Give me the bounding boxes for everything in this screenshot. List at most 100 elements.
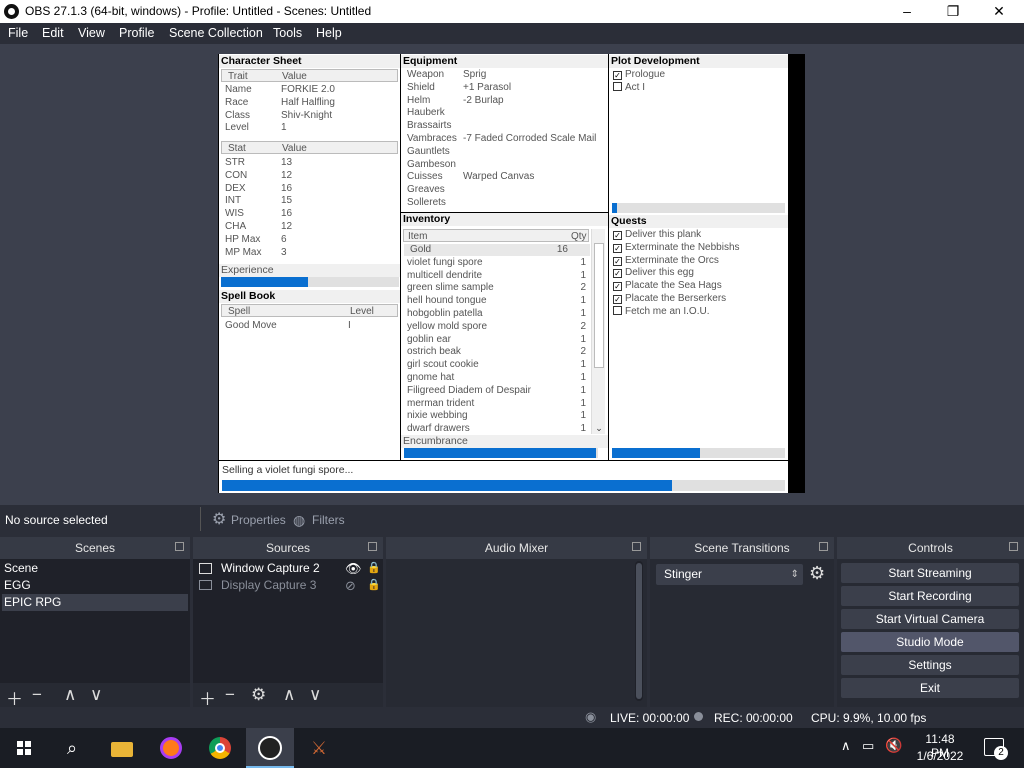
menu-tools[interactable]: Tools bbox=[273, 26, 302, 40]
inventory-row: merman trident 1 bbox=[407, 397, 586, 409]
filters-button[interactable]: ◍ Filters bbox=[289, 508, 351, 530]
checkbox-checked-icon[interactable]: ✓ bbox=[613, 282, 622, 292]
properties-button[interactable]: ⚙ Properties bbox=[208, 508, 288, 530]
start-streaming-button[interactable]: Start Streaming bbox=[841, 563, 1019, 583]
menu-scene-collection[interactable]: Scene Collection bbox=[169, 26, 263, 40]
menu-file[interactable]: File bbox=[8, 26, 28, 40]
clock-date[interactable]: 1/6/2022 bbox=[915, 749, 965, 763]
filters-icon: ◍ bbox=[293, 512, 306, 528]
search-icon[interactable]: ⌕ bbox=[58, 734, 86, 762]
obs-logo-icon bbox=[4, 4, 19, 19]
cpu-status: CPU: 9.9%, 10.00 fps bbox=[811, 711, 927, 725]
settings-button[interactable]: Settings bbox=[841, 655, 1019, 675]
equipment-row: Cuisses Warped Canvas bbox=[407, 171, 535, 183]
checkbox-checked-icon[interactable]: ✓ bbox=[613, 256, 622, 266]
experience-label: Experience bbox=[219, 264, 400, 277]
scroll-down-icon[interactable]: ⌄ bbox=[593, 423, 605, 434]
equipment-panel: Equipment Weapon Sprig Shield +1 Parasol Hel… bbox=[401, 54, 608, 212]
checkbox-checked-icon[interactable]: ✓ bbox=[613, 231, 622, 240]
plot-item[interactable]: Act I bbox=[613, 81, 645, 94]
quest-item[interactable]: ✓ Placate the Berserkers bbox=[613, 293, 726, 305]
transition-select[interactable]: Stinger ⇕ bbox=[656, 564, 803, 585]
move-down-icon[interactable]: ∨ bbox=[309, 685, 321, 705]
character-sheet-title: Character Sheet bbox=[219, 55, 400, 68]
scene-item[interactable]: Scene bbox=[2, 560, 188, 577]
remove-icon[interactable]: − bbox=[225, 685, 235, 705]
gear-icon[interactable]: ⚙ bbox=[809, 563, 825, 584]
undock-icon[interactable] bbox=[1009, 542, 1018, 551]
captured-game-window[interactable]: Character Sheet Trait Value Name FORKIE 2… bbox=[218, 54, 805, 493]
file-explorer-icon[interactable] bbox=[107, 734, 135, 762]
gear-icon[interactable]: ⚙ bbox=[251, 685, 266, 705]
start-virtual-camera-button[interactable]: Start Virtual Camera bbox=[841, 609, 1019, 629]
stat-row: CHA 12 bbox=[225, 221, 293, 232]
audio-mixer-scrollbar[interactable] bbox=[635, 561, 643, 701]
move-up-icon[interactable]: ∧ bbox=[64, 685, 76, 705]
lock-icon[interactable]: 🔒 bbox=[367, 577, 381, 594]
move-up-icon[interactable]: ∧ bbox=[283, 685, 295, 705]
inventory-row: girl scout cookie 1 bbox=[407, 359, 586, 371]
start-recording-button[interactable]: Start Recording bbox=[841, 586, 1019, 606]
scenes-list[interactable]: Scene EGG EPIC RPG bbox=[0, 559, 190, 684]
checkbox-checked-icon[interactable]: ✓ bbox=[613, 243, 622, 253]
inventory-row: ostrich beak 2 bbox=[407, 346, 586, 358]
eye-icon[interactable]: 👁 bbox=[345, 560, 362, 577]
menu-view[interactable]: View bbox=[78, 26, 105, 40]
sources-list[interactable]: Window Capture 2 👁 🔒 Display Capture 3 ⊘… bbox=[193, 559, 383, 684]
scene-item[interactable]: EGG bbox=[2, 577, 188, 594]
menu-bar: File Edit View Profile Scene Collection … bbox=[0, 23, 1024, 44]
inventory-title: Inventory bbox=[401, 213, 608, 226]
chevron-up-icon[interactable]: ∧ bbox=[841, 738, 851, 754]
inventory-scrollbar[interactable]: ⌄ bbox=[591, 229, 605, 434]
chrome-icon[interactable] bbox=[206, 734, 234, 762]
quest-item[interactable]: ✓ Exterminate the Nebbishs bbox=[613, 242, 740, 254]
remove-icon[interactable]: − bbox=[32, 685, 42, 705]
checkbox-checked-icon[interactable]: ✓ bbox=[613, 269, 622, 279]
inventory-row: Filigreed Diadem of Despair 1 bbox=[407, 384, 586, 396]
controls-dock: Controls Start Streaming Start Recording… bbox=[837, 537, 1024, 707]
spell-book-title: Spell Book bbox=[219, 290, 400, 303]
undock-icon[interactable] bbox=[368, 542, 377, 551]
quest-item[interactable]: Fetch me an I.O.U. bbox=[613, 305, 709, 318]
plot-item[interactable]: ✓ Prologue bbox=[613, 69, 665, 81]
undock-icon[interactable] bbox=[819, 542, 828, 551]
quest-item[interactable]: ✓ Deliver this egg bbox=[613, 267, 694, 279]
scenes-footer: ＋ − ∧ ∨ bbox=[0, 683, 190, 709]
inventory-row: multicell dendrite 1 bbox=[407, 269, 586, 281]
rpg-game-icon[interactable]: ⚔ bbox=[305, 734, 333, 762]
scene-item-selected[interactable]: EPIC RPG bbox=[2, 594, 188, 611]
eye-hidden-icon[interactable]: ⊘ bbox=[345, 577, 356, 594]
trait-row: Race Half Halfling bbox=[225, 96, 335, 108]
source-item[interactable]: Display Capture 3 ⊘ 🔒 bbox=[195, 577, 381, 594]
move-down-icon[interactable]: ∨ bbox=[90, 685, 102, 705]
studio-mode-button[interactable]: Studio Mode bbox=[841, 632, 1019, 652]
inventory-row: goblin ear 1 bbox=[407, 333, 586, 345]
close-button[interactable]: ✕ bbox=[976, 0, 1022, 23]
network-icon[interactable]: ▭ bbox=[862, 738, 874, 754]
source-item[interactable]: Window Capture 2 👁 🔒 bbox=[195, 560, 381, 577]
checkbox-unchecked-icon[interactable] bbox=[613, 305, 622, 315]
menu-edit[interactable]: Edit bbox=[42, 26, 64, 40]
inventory-column-header: Item Qty bbox=[403, 229, 589, 242]
obs-taskbar-icon[interactable] bbox=[246, 728, 294, 768]
minimize-button[interactable]: – bbox=[884, 0, 930, 23]
menu-profile[interactable]: Profile bbox=[119, 26, 154, 40]
taskbar: ⌕ ⚔ ∧ ▭ 🔇 11:48 PM 1/6/2022 2 bbox=[0, 728, 1024, 768]
quest-item[interactable]: ✓ Exterminate the Orcs bbox=[613, 255, 719, 267]
checkbox-checked-icon[interactable]: ✓ bbox=[613, 71, 622, 80]
menu-help[interactable]: Help bbox=[316, 26, 342, 40]
undock-icon[interactable] bbox=[632, 542, 641, 551]
windows-start-icon[interactable] bbox=[10, 734, 38, 762]
undock-icon[interactable] bbox=[175, 542, 184, 551]
checkbox-unchecked-icon[interactable] bbox=[613, 81, 622, 91]
quest-item[interactable]: ✓ Placate the Sea Hags bbox=[613, 280, 722, 292]
checkbox-checked-icon[interactable]: ✓ bbox=[613, 295, 622, 304]
exit-button[interactable]: Exit bbox=[841, 678, 1019, 698]
trait-column-header: Trait Value bbox=[221, 69, 398, 82]
lock-icon[interactable]: 🔒 bbox=[367, 560, 381, 577]
firefox-icon[interactable] bbox=[157, 734, 185, 762]
volume-muted-icon[interactable]: 🔇 bbox=[885, 737, 902, 754]
maximize-button[interactable]: ❐ bbox=[930, 0, 976, 23]
sources-dock-header: Sources bbox=[193, 537, 383, 559]
quest-item[interactable]: ✓ Deliver this plank bbox=[613, 229, 701, 241]
